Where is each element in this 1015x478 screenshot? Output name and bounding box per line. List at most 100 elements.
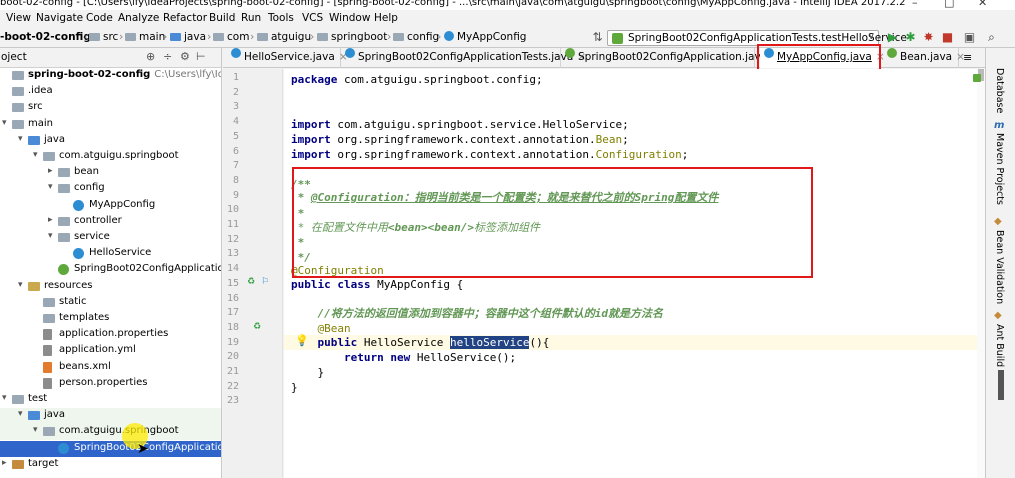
properties-icon (43, 329, 52, 341)
tree-item[interactable]: src (0, 100, 221, 116)
tree-item[interactable]: .idea (0, 84, 221, 100)
hide-icon[interactable]: ⊢ (196, 50, 206, 63)
breadcrumb-src[interactable]: src (89, 31, 118, 43)
locate-icon[interactable]: ⊕ (146, 50, 155, 63)
tab-bean[interactable]: Bean.java × (883, 48, 965, 68)
tree-item[interactable]: ▾ test (0, 392, 221, 408)
chevron-right-icon[interactable]: ▸ (48, 166, 53, 176)
chevron-down-icon[interactable]: ▾ (2, 393, 7, 403)
tree-item[interactable]: ▸ controller (0, 214, 221, 230)
chevron-down-icon[interactable]: ▾ (48, 182, 53, 192)
chevron-down-icon[interactable]: ▾ (48, 231, 53, 241)
tab-helloservice[interactable]: HelloService.java × (227, 48, 348, 68)
chevron-down-icon[interactable]: ▾ (2, 118, 7, 128)
tree-item[interactable]: person.properties (0, 376, 221, 392)
tab-springboot02configapplication[interactable]: SpringBoot02ConfigApplication.java× (561, 48, 780, 68)
sort-icon[interactable]: ⇅ (590, 30, 605, 45)
chevron-down-icon[interactable]: ▾ (18, 134, 23, 144)
menu-build[interactable]: Build (209, 12, 235, 24)
menu-refactor[interactable]: Refactor (163, 12, 207, 24)
tree-item[interactable]: static (0, 295, 221, 311)
tab-springboot02configapplicationtests[interactable]: SpringBoot02ConfigApplicationTests.java × (341, 48, 586, 68)
chevron-down-icon[interactable]: ▾ (33, 425, 38, 435)
tree-item[interactable]: ▾ service (0, 230, 221, 246)
menu-run[interactable]: Run (241, 12, 261, 24)
bean-gutter-icon[interactable]: ⚐ (261, 277, 269, 287)
maven-icon: m (994, 120, 1005, 131)
close-window-icon[interactable]: ✕ (978, 0, 987, 9)
breadcrumb-config[interactable]: config (393, 31, 439, 43)
menu-help[interactable]: Help (374, 12, 398, 24)
stop-icon[interactable]: ■ (940, 30, 955, 45)
tree-item[interactable]: ▾ java (0, 133, 221, 149)
minimize-icon[interactable]: – (912, 0, 918, 9)
collapse-icon[interactable]: ÷ (163, 50, 172, 63)
tree-item[interactable]: application.yml (0, 343, 221, 359)
tree-item[interactable]: ▾ config (0, 181, 221, 197)
breadcrumb-java[interactable]: java (170, 31, 206, 43)
database-tool-button[interactable]: Database (994, 68, 1005, 113)
inspection-ok-icon[interactable] (973, 74, 981, 82)
search-icon[interactable]: ⌕ (984, 30, 999, 45)
tree-item[interactable]: ▾ com.atguigu.springboot (0, 424, 221, 441)
spring-config-gutter-icon[interactable]: ♻ (247, 277, 255, 287)
menu-analyze[interactable]: Analyze (118, 12, 159, 24)
gear-icon[interactable]: ⚙ (180, 50, 190, 63)
breadcrumb-atguigu[interactable]: atguigu (257, 31, 311, 43)
bean-validation-tool-button[interactable]: Bean Validation (994, 230, 1005, 304)
project-structure-icon[interactable]: ▣ (962, 30, 977, 45)
resources-folder-icon (28, 281, 40, 291)
breadcrumb-project[interactable]: -boot-02-config (0, 31, 91, 43)
menu-window[interactable]: Window (329, 12, 370, 24)
breadcrumb-com[interactable]: com (213, 31, 249, 43)
tree-item[interactable]: SpringBoot02ConfigApplicationTests (0, 440, 221, 457)
package-icon (58, 168, 70, 178)
menu-navigate[interactable]: Navigate (36, 12, 83, 24)
tree-item[interactable]: ▸ bean (0, 165, 221, 181)
tree-item[interactable]: ▾ com.atguigu.springboot (0, 149, 221, 165)
tree-item[interactable]: templates (0, 311, 221, 327)
chevron-down-icon[interactable]: ▾ (18, 409, 23, 419)
tree-item-label: SpringBoot02ConfigApplication (74, 263, 222, 275)
breadcrumb-myappconfig-label: MyAppConfig (457, 31, 527, 43)
lightbulb-icon[interactable]: 💡 (295, 334, 309, 347)
tree-item[interactable]: beans.xml (0, 360, 221, 376)
menu-tools[interactable]: Tools (268, 12, 294, 24)
tree-item[interactable]: ▾ resources (0, 279, 221, 295)
tree-item[interactable]: HelloService (0, 246, 221, 262)
maximize-icon[interactable]: □ (944, 0, 954, 9)
line-number: 21 (226, 366, 239, 377)
tree-item[interactable]: spring-boot-02-configC:\Users\lfy\IdeaPr… (0, 68, 221, 84)
breadcrumb-springboot[interactable]: springboot (317, 31, 387, 43)
chevron-down-icon[interactable]: ▾ (18, 280, 23, 290)
chevron-down-icon[interactable]: ▾ (33, 150, 38, 160)
tree-item[interactable]: application.properties (0, 327, 221, 343)
chevron-right-icon[interactable]: ▸ (2, 458, 7, 468)
bean-method-gutter-icon[interactable]: ♻ (253, 322, 261, 332)
editor-scrollbar[interactable] (977, 69, 985, 478)
tree-item[interactable]: ▾ main (0, 117, 221, 133)
tree-item[interactable]: MyAppConfig (0, 198, 221, 214)
debug-icon[interactable]: ✱ (903, 30, 918, 45)
chevron-right-icon[interactable]: ▸ (48, 215, 53, 225)
breadcrumb-main[interactable]: main (125, 31, 165, 43)
menu-code[interactable]: Code (86, 12, 113, 24)
tab-overflow-icon[interactable]: ≡ (963, 51, 972, 64)
chevron-down-icon: ∨ (867, 31, 875, 42)
tree-item[interactable]: ▸ target (0, 457, 221, 473)
breadcrumb-atguigu-label: atguigu (271, 31, 312, 43)
coverage-icon[interactable]: ✸ (921, 30, 936, 45)
folder-icon (125, 33, 136, 41)
tree-item[interactable]: SpringBoot02ConfigApplication (0, 262, 222, 278)
maven-projects-tool-button[interactable]: Maven Projects (994, 133, 1005, 205)
ant-build-tool-button[interactable]: Ant Build (994, 324, 1005, 367)
breadcrumb-myappconfig[interactable]: MyAppConfig (444, 31, 526, 43)
line-number: 9 (232, 189, 239, 201)
menu-view[interactable]: View (6, 12, 31, 24)
run-icon[interactable]: ▶ (885, 30, 900, 45)
tab-label: SpringBoot02ConfigApplication.java (578, 51, 768, 63)
chevron-right-icon: › (207, 30, 212, 43)
tree-item[interactable]: ▾ java (0, 408, 221, 425)
tree-item-label: src (28, 101, 43, 113)
menu-vcs[interactable]: VCS (302, 12, 323, 24)
